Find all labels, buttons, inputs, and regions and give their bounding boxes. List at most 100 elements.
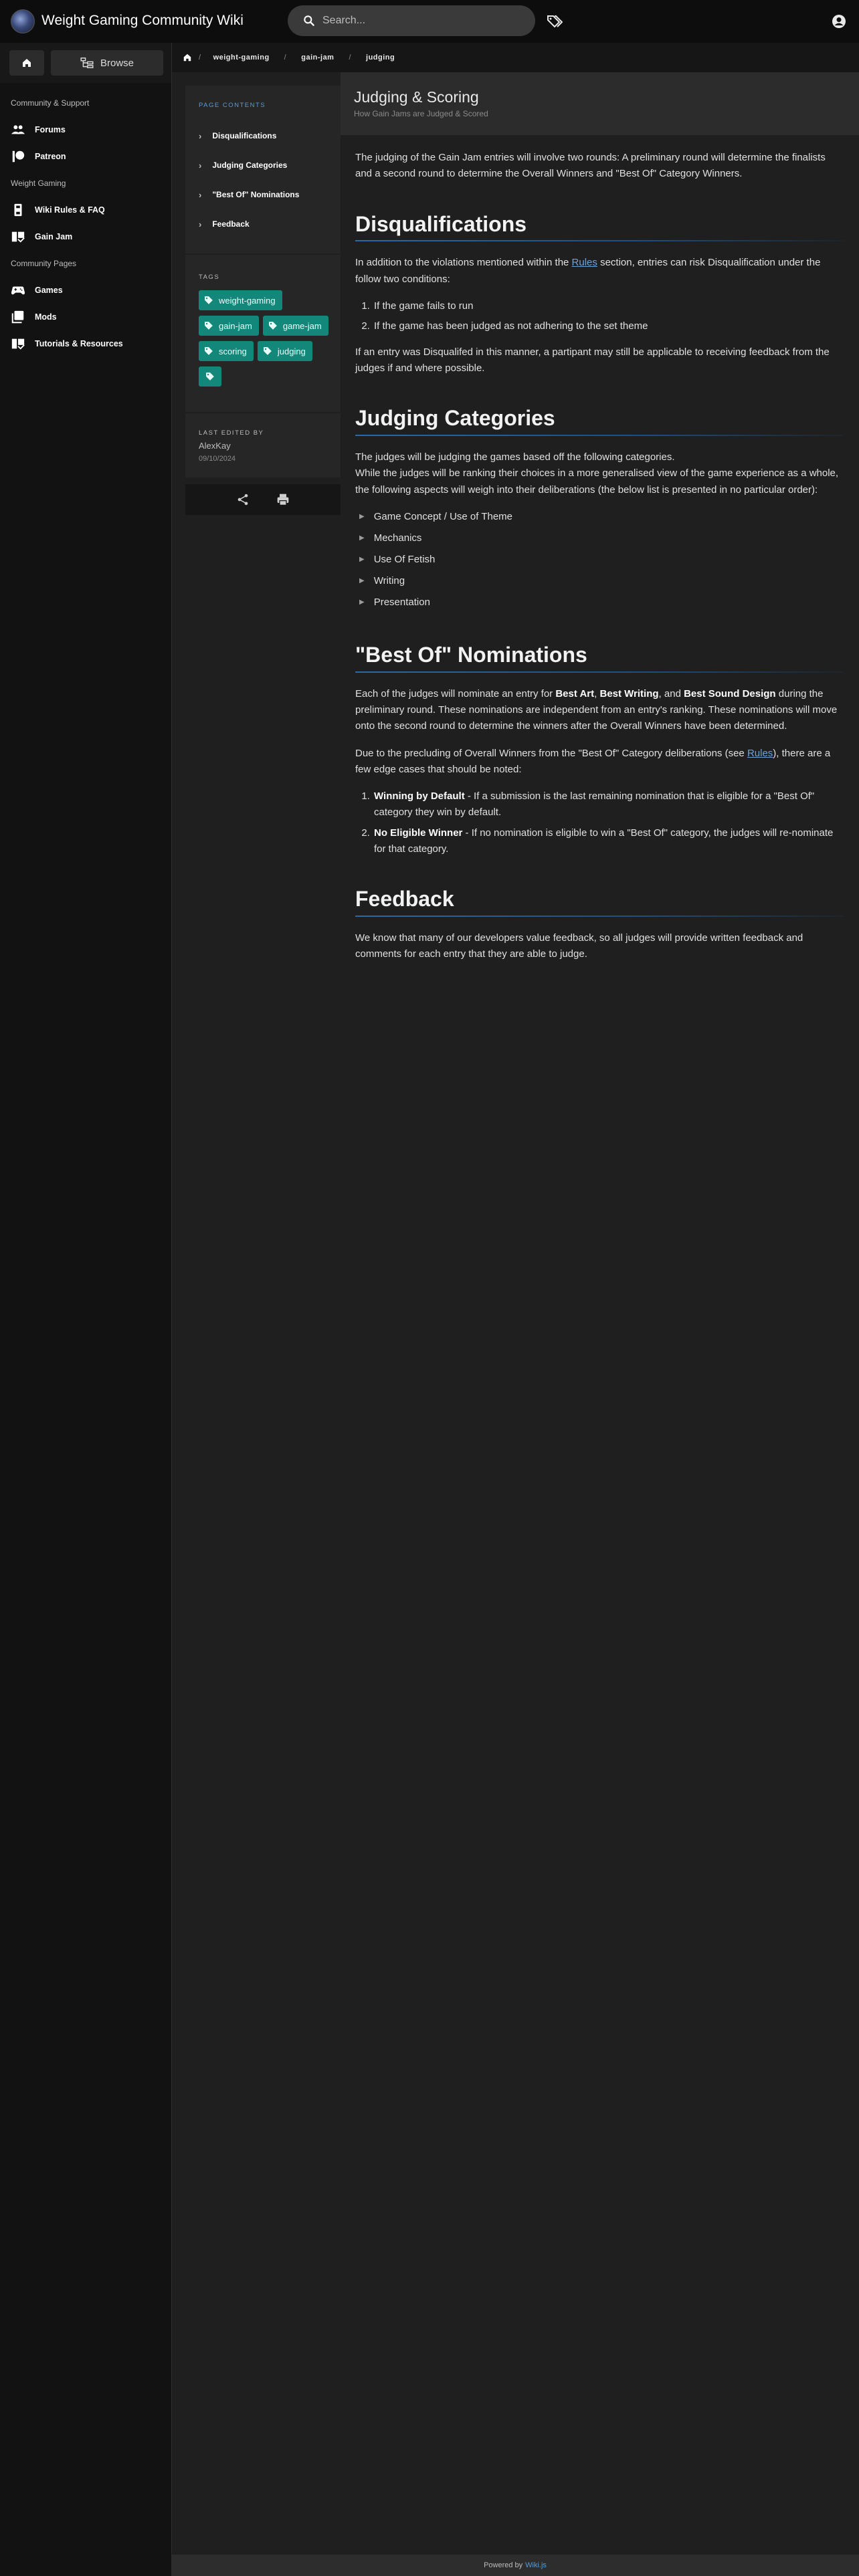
tag-icon bbox=[264, 347, 272, 355]
tag-label: judging bbox=[277, 346, 306, 356]
sidebar-item-games[interactable]: Games bbox=[0, 277, 171, 304]
browse-label: Browse bbox=[100, 57, 134, 69]
site-logo[interactable] bbox=[11, 9, 35, 33]
gamepad-icon bbox=[11, 286, 25, 295]
triangle-right-icon: ▶ bbox=[359, 598, 365, 606]
toc-link-feedback[interactable]: › Feedback bbox=[199, 209, 327, 239]
account-icon[interactable] bbox=[831, 13, 847, 29]
tag-game-jam[interactable]: game-jam bbox=[262, 316, 328, 336]
toc-link-disqualifications[interactable]: › Disqualifications bbox=[199, 121, 327, 150]
sidebar-item-gain-jam[interactable]: Gain Jam bbox=[0, 223, 171, 250]
feedback-paragraph: We know that many of our developers valu… bbox=[355, 932, 803, 960]
toc-link-judging-categories[interactable]: › Judging Categories bbox=[199, 150, 327, 180]
text-span: Each of the judges will nominate an entr… bbox=[355, 687, 556, 700]
top-app-bar: Weight Gaming Community Wiki bbox=[0, 0, 859, 43]
search-input[interactable] bbox=[322, 15, 516, 27]
search-bar[interactable] bbox=[288, 5, 535, 36]
sidebar-item-mods[interactable]: Mods bbox=[0, 304, 171, 330]
sidebar-item-label: Patreon bbox=[35, 152, 66, 161]
list-item: ▶ Game Concept / Use of Theme bbox=[359, 506, 844, 528]
section-heading-feedback: Feedback bbox=[355, 887, 844, 917]
sidebar-item-patreon[interactable]: Patreon bbox=[0, 143, 171, 170]
breadcrumb-item-weight-gaming[interactable]: weight-gaming bbox=[213, 53, 270, 62]
toc-link-label: "Best Of" Nominations bbox=[212, 190, 300, 199]
book-icon bbox=[14, 203, 22, 217]
section-heading-best-of-nominations: "Best Of" Nominations bbox=[355, 643, 844, 673]
footer-engine-link[interactable]: Wiki.js bbox=[525, 2561, 547, 2569]
users-icon bbox=[11, 125, 25, 134]
last-edited-title: LAST EDITED BY bbox=[199, 429, 264, 437]
sidebar-item-label: Wiki Rules & FAQ bbox=[35, 205, 105, 215]
breadcrumb-separator: / bbox=[284, 53, 287, 62]
text-span: The judges will be judging the games bas… bbox=[355, 451, 675, 463]
triangle-right-icon: ▶ bbox=[359, 555, 365, 563]
page-subtitle: How Gain Jams are Judged & Scored bbox=[354, 109, 488, 118]
breadcrumb-separator: / bbox=[199, 53, 201, 62]
rules-link[interactable]: Rules bbox=[747, 748, 773, 759]
search-icon bbox=[304, 15, 314, 26]
book-open-icon bbox=[11, 231, 25, 243]
footer-powered-by: Powered by bbox=[484, 2561, 523, 2569]
sidebar-item-wiki-rules[interactable]: Wiki Rules & FAQ bbox=[0, 197, 171, 223]
list-item-label: Presentation bbox=[373, 596, 430, 608]
last-edited-date: 09/10/2024 bbox=[199, 455, 236, 463]
print-icon[interactable] bbox=[276, 493, 290, 506]
section-heading-disqualifications: Disqualifications bbox=[355, 212, 844, 242]
tag-gain-jam[interactable]: gain-jam bbox=[199, 316, 259, 336]
text-span: Due to the precluding of Overall Winners… bbox=[355, 747, 747, 759]
sidebar-item-forums[interactable]: Forums bbox=[0, 116, 171, 143]
share-icon[interactable] bbox=[236, 493, 250, 506]
edge-cases-list: Winning by Default - If a submission is … bbox=[373, 788, 844, 857]
judging-categories-list: ▶ Game Concept / Use of Theme ▶ Mechanics … bbox=[359, 506, 844, 613]
breadcrumb-separator: / bbox=[349, 53, 352, 62]
toc-link-label: Disqualifications bbox=[212, 131, 277, 140]
chevron-right-icon: › bbox=[199, 219, 202, 229]
breadcrumb-item-gain-jam[interactable]: gain-jam bbox=[301, 53, 334, 62]
disqualifications-note: If an entry was Disqualifed in this mann… bbox=[355, 346, 830, 374]
best-of-edge-cases-intro: Due to the precluding of Overall Winners… bbox=[355, 746, 844, 778]
breadcrumb: / weight-gaming / gain-jam / judging bbox=[172, 43, 859, 72]
tag-browse-all[interactable] bbox=[199, 366, 221, 387]
browse-button[interactable]: Browse bbox=[51, 50, 163, 76]
sidebar-item-label: Tutorials & Resources bbox=[35, 339, 123, 348]
rules-link[interactable]: Rules bbox=[572, 257, 597, 268]
page-contents-title: PAGE CONTENTS bbox=[199, 102, 266, 109]
disqualification-conditions: If the game fails to run If the game has… bbox=[373, 298, 844, 335]
breadcrumb-item-judging[interactable]: judging bbox=[366, 53, 395, 62]
list-item: ▶ Writing bbox=[359, 570, 844, 592]
tags-icon[interactable] bbox=[547, 14, 563, 29]
tag-weight-gaming[interactable]: weight-gaming bbox=[199, 290, 282, 310]
last-edited-card: LAST EDITED BY AlexKay 09/10/2024 bbox=[185, 413, 341, 477]
sidebar-header-weight-gaming: Weight Gaming bbox=[11, 179, 66, 188]
tag-list: weight-gaming gain-jam game-jam scoring … bbox=[199, 290, 339, 392]
chevron-right-icon: › bbox=[199, 189, 202, 200]
list-item: ▶ Use Of Fetish bbox=[359, 549, 844, 570]
page-header: Judging & Scoring How Gain Jams are Judg… bbox=[341, 72, 859, 135]
home-button[interactable] bbox=[9, 50, 44, 76]
list-item: No Eligible Winner - If no nomination is… bbox=[373, 825, 844, 858]
chevron-right-icon: › bbox=[199, 130, 202, 141]
sidebar-item-tutorials[interactable]: Tutorials & Resources bbox=[0, 330, 171, 357]
sidebar-item-label: Forums bbox=[35, 125, 66, 134]
sidebar-header-community-pages: Community Pages bbox=[11, 259, 77, 268]
tag-scoring[interactable]: scoring bbox=[199, 341, 254, 361]
tags-icon bbox=[206, 372, 214, 381]
section-heading-judging-categories: Judging Categories bbox=[355, 406, 844, 436]
tags-title: TAGS bbox=[199, 274, 220, 281]
sidebar-top-actions: Browse bbox=[0, 43, 171, 83]
bold-text: Best Writing bbox=[599, 687, 659, 700]
home-icon bbox=[23, 59, 31, 67]
page-actions bbox=[185, 484, 341, 515]
tag-judging[interactable]: judging bbox=[257, 341, 312, 361]
list-item-label: Use Of Fetish bbox=[373, 553, 436, 565]
site-title[interactable]: Weight Gaming Community Wiki bbox=[41, 13, 244, 29]
footer: Powered by Wiki.js bbox=[171, 2555, 859, 2576]
sitemap-icon bbox=[80, 58, 94, 68]
sidebar-item-label: Games bbox=[35, 286, 63, 295]
home-icon[interactable] bbox=[183, 53, 192, 62]
judging-categories-paragraph: The judges will be judging the games bas… bbox=[355, 449, 844, 498]
tag-label: game-jam bbox=[282, 320, 322, 331]
page-side-panel: PAGE CONTENTS › Disqualifications › Judgin… bbox=[185, 86, 341, 515]
bold-text: Best Sound Design bbox=[684, 687, 776, 700]
toc-link-best-of-nominations[interactable]: › "Best Of" Nominations bbox=[199, 180, 327, 209]
